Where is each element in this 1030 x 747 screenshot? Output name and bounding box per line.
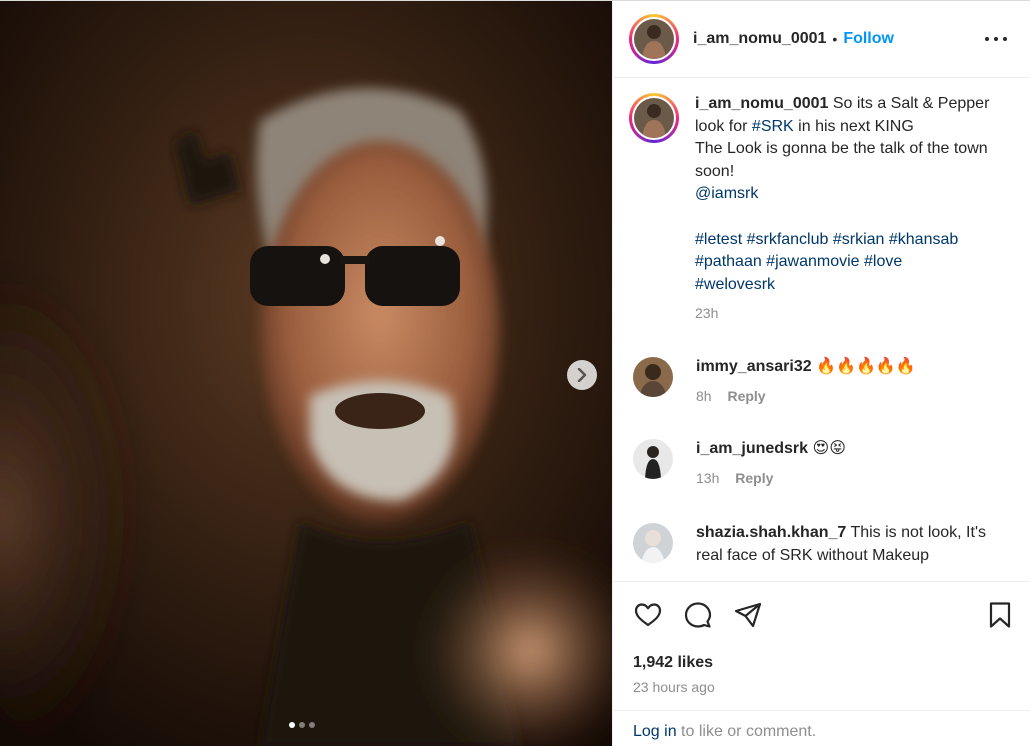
comment-time: 8h [696,387,712,404]
post-media[interactable] [0,1,612,746]
author-username[interactable]: i_am_nomu_0001 [693,30,826,48]
commenter-avatar[interactable] [633,439,673,479]
post-timestamp[interactable]: 23 hours ago [633,679,715,695]
carousel-dot [299,722,305,728]
hashtags[interactable]: #pathaan #jawanmovie #love [695,253,902,270]
share-icon[interactable] [733,600,763,630]
caption-username[interactable]: i_am_nomu_0001 [695,95,828,112]
more-options-icon[interactable] [985,28,1007,50]
avatar-image [634,19,674,59]
comment-text: 😍😝 [812,440,846,457]
post-side-panel: i_am_nomu_0001 • Follow i_am_nomu_0001 S… [612,1,1030,746]
caption-line: The Look is gonna be the talk of the tow… [695,140,988,180]
heart-icon[interactable] [633,600,663,630]
comment-text: 🔥🔥🔥🔥🔥 [816,358,916,375]
hashtag-srk[interactable]: #SRK [752,118,794,135]
login-link[interactable]: Log in [633,723,677,740]
separator-dot: • [832,31,838,47]
comment-icon[interactable] [683,600,713,630]
commenter-avatar[interactable] [633,523,673,563]
comment-item: immy_ansari32 🔥🔥🔥🔥🔥 8h Reply [633,356,1023,407]
post-photo [0,1,612,746]
post-caption: i_am_nomu_0001 So its a Salt & Pepper lo… [629,93,1019,325]
comment-username[interactable]: immy_ansari32 [696,358,812,375]
reply-button[interactable]: Reply [735,470,773,486]
caption-avatar[interactable] [629,93,679,143]
post-header: i_am_nomu_0001 • Follow [613,1,1030,78]
mention-link[interactable]: @iamsrk [695,185,758,202]
comment-time: 13h [696,469,720,486]
carousel-indicator [289,722,315,728]
reply-button[interactable]: Reply [727,388,765,404]
login-prompt-text: to like or comment. [676,723,817,740]
comments-list[interactable]: i_am_nomu_0001 So its a Salt & Pepper lo… [613,79,1030,581]
hashtags[interactable]: #welovesrk [695,276,775,293]
commenter-avatar[interactable] [633,357,673,397]
caption-text: i_am_nomu_0001 So its a Salt & Pepper lo… [695,93,1005,325]
likes-count[interactable]: 1,942 likes [633,654,713,672]
bookmark-icon[interactable] [985,600,1015,630]
chevron-right-icon [577,368,587,382]
action-bar: 1,942 likes 23 hours ago Log in to like … [613,581,1030,746]
comment-item: i_am_junedsrk 😍😝 13h Reply [633,438,1023,489]
carousel-dot [289,722,295,728]
next-photo-button[interactable] [567,360,597,390]
comment-username[interactable]: shazia.shah.khan_7 [696,524,846,541]
comment-item: shazia.shah.khan_7 This is not look, It'… [633,522,1023,567]
avatar-image [634,98,674,138]
hashtags[interactable]: #letest #srkfanclub #srkian #khansab [695,231,958,248]
comment-username[interactable]: i_am_junedsrk [696,440,808,457]
caption-line: in his next KING [798,117,914,135]
author-avatar[interactable] [629,14,679,64]
post-dialog: i_am_nomu_0001 • Follow i_am_nomu_0001 S… [0,0,1030,746]
follow-button[interactable]: Follow [843,30,894,48]
carousel-dot [309,722,315,728]
login-prompt: Log in to like or comment. [613,710,1030,747]
caption-time: 23h [695,305,719,322]
